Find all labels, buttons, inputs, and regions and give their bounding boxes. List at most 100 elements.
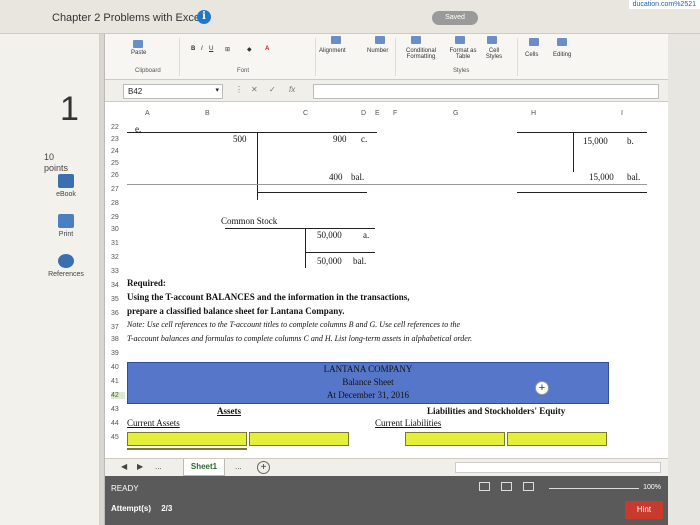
more-sheets-right[interactable]: ... xyxy=(235,462,242,471)
borders-icon[interactable]: ⊞ xyxy=(225,46,230,53)
underline-icon[interactable]: U xyxy=(209,46,213,52)
sheet-tab-sheet1[interactable]: Sheet1 xyxy=(183,459,225,476)
instruction-line[interactable]: prepare a classified balance sheet for L… xyxy=(127,306,345,316)
cell-ref-letter[interactable]: e. xyxy=(135,124,141,134)
next-sheet-icon[interactable]: ▶ xyxy=(137,462,143,471)
assets-header[interactable]: Assets xyxy=(217,406,241,416)
cell-ref-letter[interactable]: c. xyxy=(361,134,367,144)
row-number[interactable]: 28 xyxy=(111,200,125,207)
col-header-e[interactable]: E xyxy=(375,110,380,117)
row-number[interactable]: 38 xyxy=(111,336,125,343)
current-assets-label[interactable]: Current Assets xyxy=(127,418,180,428)
number-button[interactable]: Number xyxy=(367,48,388,54)
formula-input[interactable] xyxy=(313,84,659,99)
row-number[interactable]: 40 xyxy=(111,364,125,371)
horizontal-scrollbar[interactable] xyxy=(455,462,661,473)
instruction-line[interactable]: Using the T-account BALANCES and the inf… xyxy=(127,292,410,302)
input-cell-c42[interactable] xyxy=(249,432,349,446)
col-header-f[interactable]: F xyxy=(393,110,397,117)
cell-styles-button[interactable]: Cell Styles xyxy=(483,48,505,60)
required-label[interactable]: Required: xyxy=(127,278,166,288)
row-number[interactable]: 39 xyxy=(111,350,125,357)
row-number[interactable]: 30 xyxy=(111,226,125,233)
alignment-icon[interactable] xyxy=(331,36,341,44)
row-number[interactable]: 26 xyxy=(111,172,125,179)
worksheet-grid[interactable]: 22 23 24 25 26 27 28 29 30 31 32 33 34 3… xyxy=(105,122,669,458)
row-number[interactable]: 25 xyxy=(111,160,125,167)
instruction-note[interactable]: Note: Use cell references to the T-accou… xyxy=(127,320,460,329)
row-number[interactable]: 35 xyxy=(111,296,125,303)
chevron-down-icon[interactable]: ▾ xyxy=(215,86,219,94)
col-header-g[interactable]: G xyxy=(453,110,458,117)
add-sheet-icon[interactable]: + xyxy=(257,461,270,474)
cell-label[interactable]: bal. xyxy=(351,172,364,182)
row-number-active[interactable]: 42 xyxy=(111,392,125,399)
sidebar-item-ebook[interactable]: eBook xyxy=(36,174,96,198)
sidebar-item-references[interactable]: References xyxy=(36,254,96,278)
col-header-h[interactable]: H xyxy=(531,110,536,117)
row-number[interactable]: 37 xyxy=(111,324,125,331)
cell-ref-letter[interactable]: a. xyxy=(363,230,369,240)
cells-icon[interactable] xyxy=(529,38,539,46)
info-icon[interactable]: i xyxy=(197,10,211,24)
row-number[interactable]: 29 xyxy=(111,214,125,221)
cell-styles-icon[interactable] xyxy=(487,36,497,44)
prev-sheet-icon[interactable]: ◀ xyxy=(121,462,127,471)
page-break-icon[interactable] xyxy=(523,482,534,491)
row-number[interactable]: 32 xyxy=(111,254,125,261)
row-number[interactable]: 23 xyxy=(111,136,125,143)
font-color-icon[interactable]: A xyxy=(265,46,269,52)
more-icon[interactable]: ⋮ xyxy=(235,85,243,94)
cells-button[interactable]: Cells xyxy=(525,52,538,58)
cell-value[interactable]: 900 xyxy=(333,134,347,144)
instruction-note[interactable]: T-account balances and formulas to compl… xyxy=(127,334,472,343)
col-header-d[interactable]: D xyxy=(361,110,366,117)
row-number[interactable]: 33 xyxy=(111,268,125,275)
sidebar-item-print[interactable]: Print xyxy=(36,214,96,238)
taccount-title[interactable]: Common Stock xyxy=(221,216,277,226)
row-number[interactable]: 31 xyxy=(111,240,125,247)
format-as-table-button[interactable]: Format as Table xyxy=(449,48,477,60)
cell-value[interactable]: 50,000 xyxy=(317,230,342,240)
row-number[interactable]: 36 xyxy=(111,310,125,317)
cell-value[interactable]: 15,000 xyxy=(583,136,608,146)
cell-ref-letter[interactable]: b. xyxy=(627,136,634,146)
row-number[interactable]: 45 xyxy=(111,434,125,441)
italic-icon[interactable]: I xyxy=(201,46,203,52)
editing-button[interactable]: Editing xyxy=(553,52,571,58)
input-cell-b42[interactable] xyxy=(127,432,247,446)
col-header-i[interactable]: I xyxy=(621,110,623,117)
liabilities-header[interactable]: Liabilities and Stockholders' Equity xyxy=(427,406,565,416)
row-number[interactable]: 27 xyxy=(111,186,125,193)
col-header-a[interactable]: A xyxy=(145,110,150,117)
format-table-icon[interactable] xyxy=(455,36,465,44)
page-layout-icon[interactable] xyxy=(501,482,512,491)
cell-value[interactable]: 50,000 xyxy=(317,256,342,266)
fill-color-icon[interactable]: ◆ xyxy=(247,46,252,53)
number-icon[interactable] xyxy=(375,36,385,44)
row-number[interactable]: 44 xyxy=(111,420,125,427)
cell-value[interactable]: 400 xyxy=(329,172,343,182)
zoom-level[interactable]: 100% xyxy=(643,484,661,491)
row-number[interactable]: 22 xyxy=(111,124,125,131)
editing-icon[interactable] xyxy=(557,38,567,46)
paste-button[interactable]: Paste xyxy=(131,50,146,56)
zoom-slider[interactable] xyxy=(549,488,639,489)
conditional-formatting-button[interactable]: Conditional Formatting xyxy=(401,48,441,60)
cancel-icon[interactable]: ✕ xyxy=(251,85,258,94)
row-number[interactable]: 34 xyxy=(111,282,125,289)
row-number[interactable]: 43 xyxy=(111,406,125,413)
cell-label[interactable]: bal. xyxy=(627,172,640,182)
bold-icon[interactable]: B xyxy=(191,46,195,52)
input-cell-h42[interactable] xyxy=(507,432,607,446)
cell-value[interactable]: 500 xyxy=(233,134,247,144)
col-header-c[interactable]: C xyxy=(303,110,308,117)
enter-icon[interactable]: ✓ xyxy=(269,85,276,94)
cell-value[interactable]: 15,000 xyxy=(589,172,614,182)
insert-function-button[interactable]: fx xyxy=(289,85,295,94)
vertical-scrollbar[interactable] xyxy=(668,34,700,525)
hint-button[interactable]: Hint xyxy=(625,501,663,519)
alignment-button[interactable]: Alignment xyxy=(319,48,346,54)
row-number[interactable]: 41 xyxy=(111,378,125,385)
more-sheets[interactable]: ... xyxy=(155,462,162,471)
